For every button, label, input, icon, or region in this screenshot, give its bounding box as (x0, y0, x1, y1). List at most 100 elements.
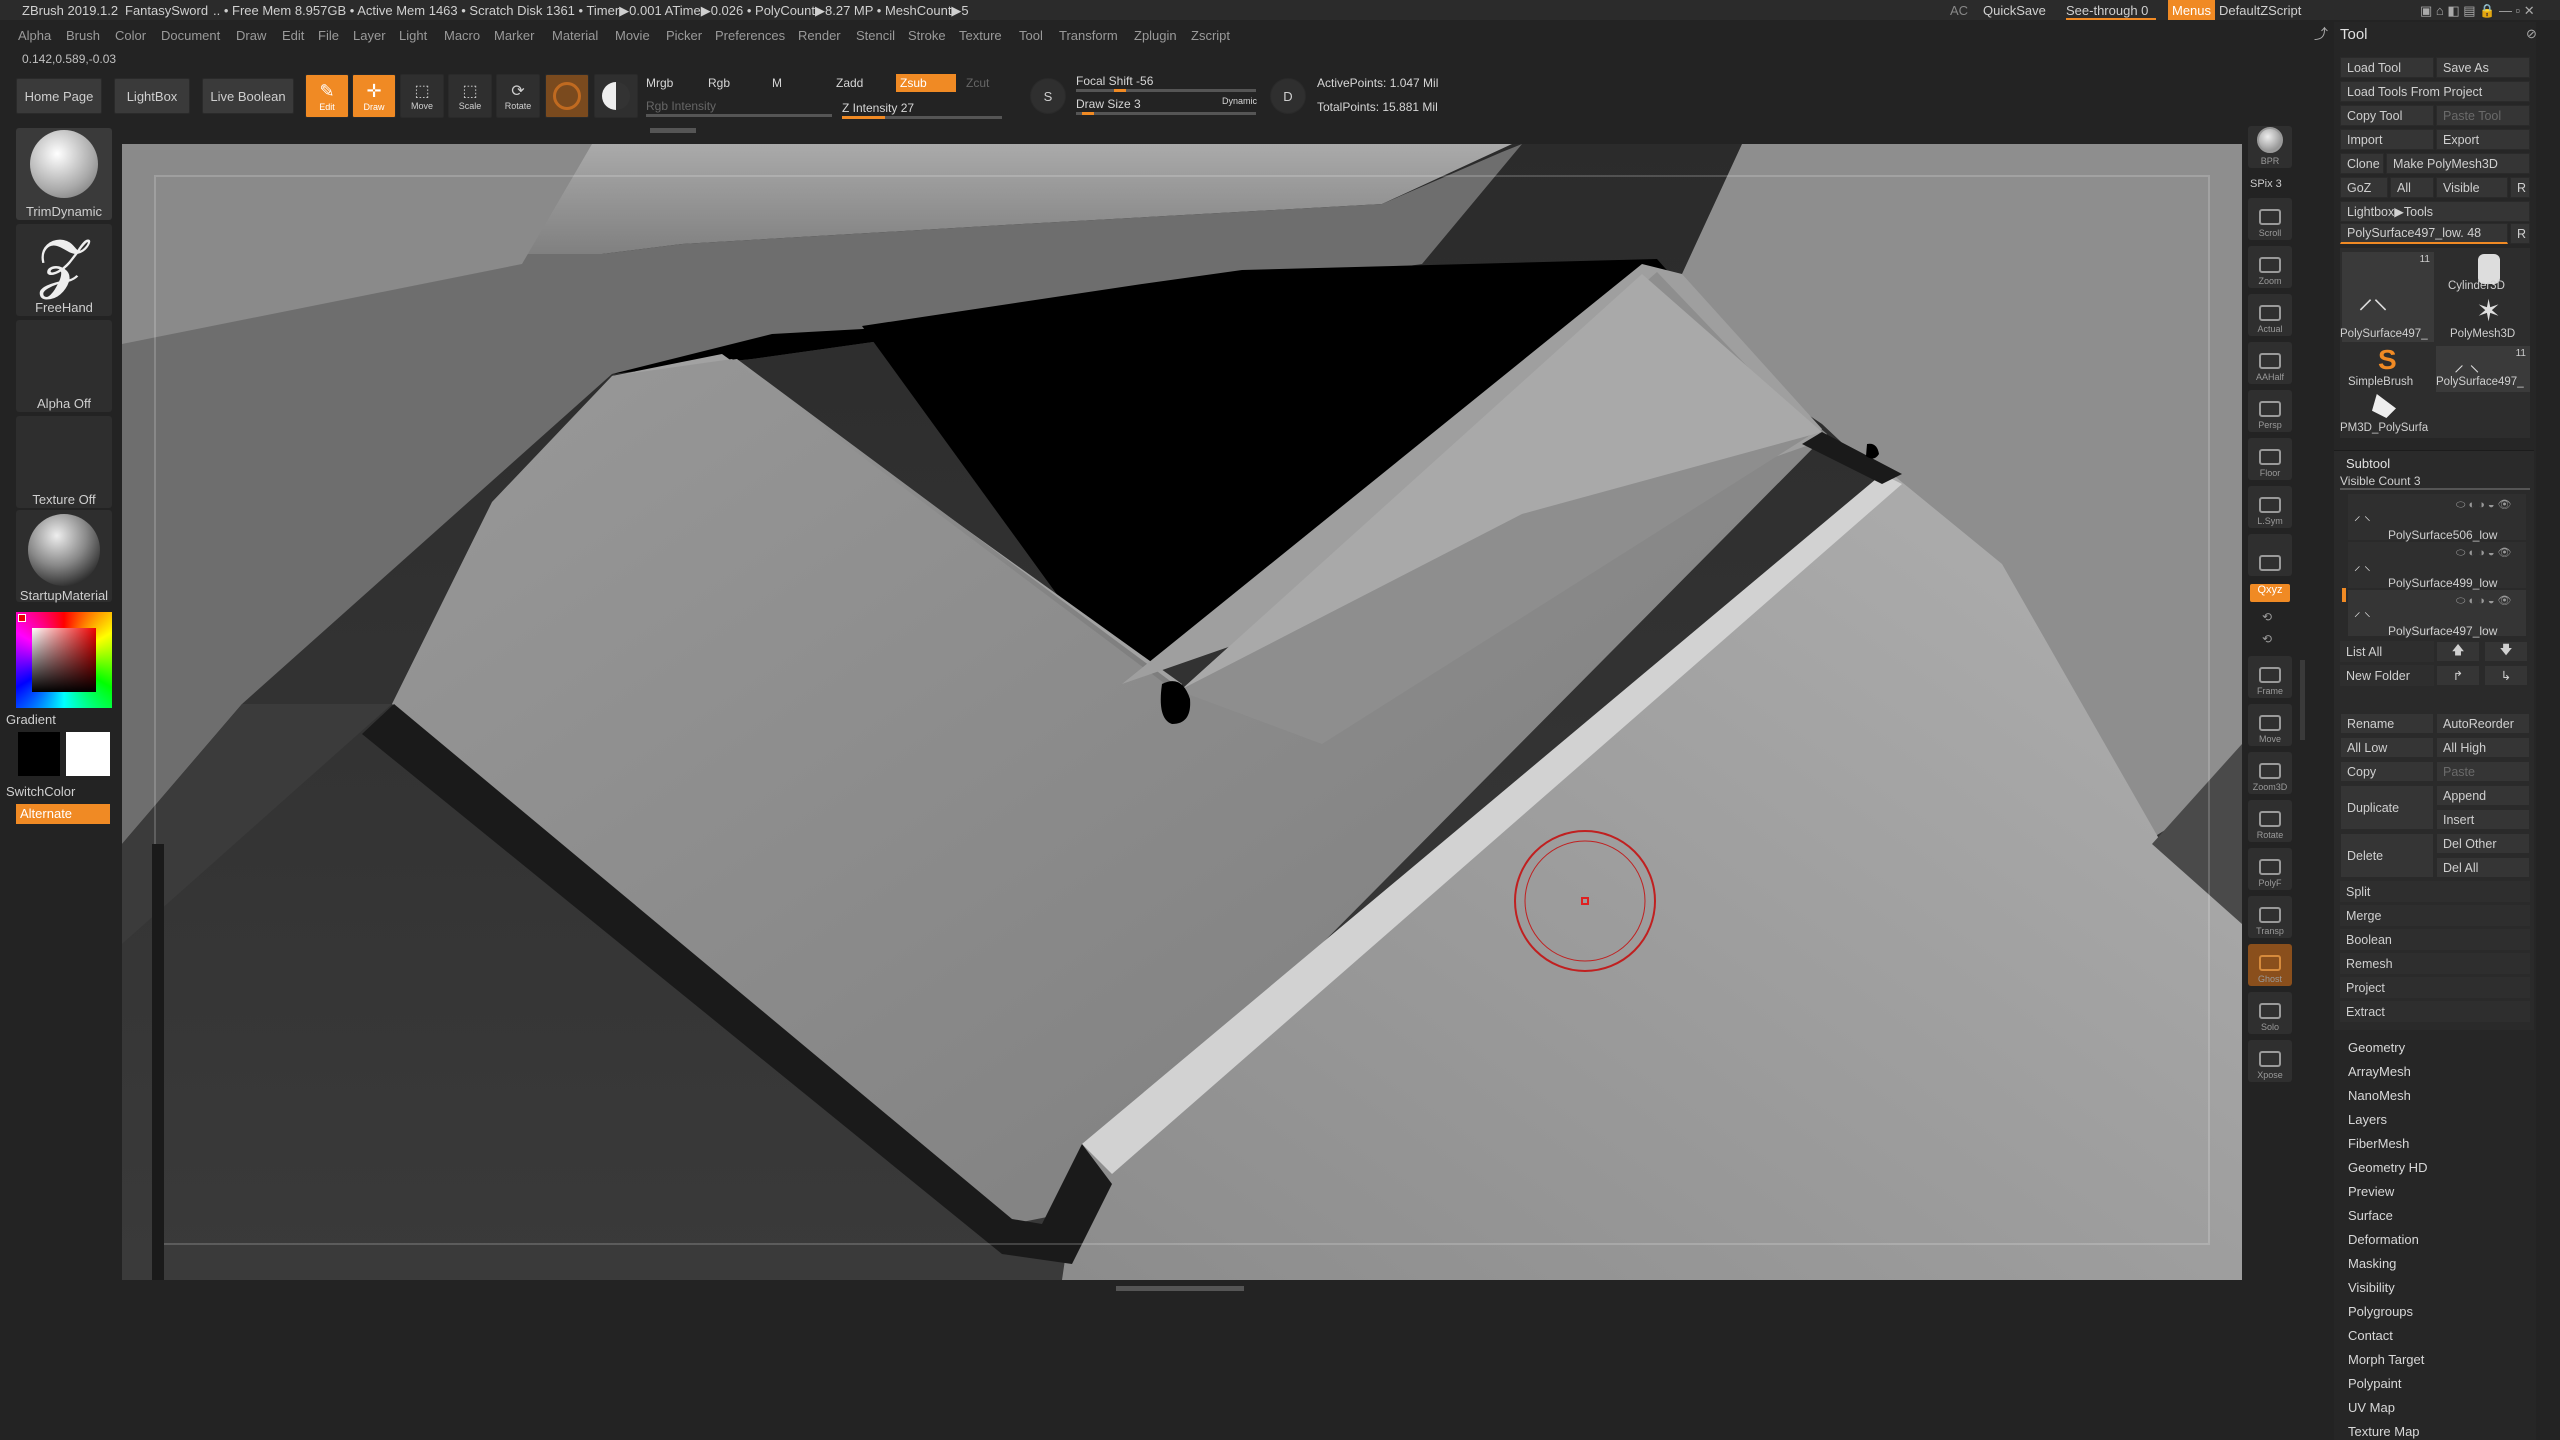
lock-button[interactable] (2248, 534, 2292, 576)
merge-menu[interactable]: Merge (2340, 905, 2530, 926)
del-other-button[interactable]: Del Other (2436, 833, 2530, 854)
load-tools-from-project-button[interactable]: Load Tools From Project (2340, 81, 2530, 102)
lazymouse-s-icon[interactable]: S (1030, 78, 1066, 114)
menu-light[interactable]: Light (399, 28, 427, 43)
menu-zplugin[interactable]: Zplugin (1134, 28, 1177, 43)
zoom-button[interactable]: Zoom (2248, 246, 2292, 288)
visibility-section[interactable]: Visibility (2348, 1280, 2395, 1295)
pin-icon[interactable]: ⤴ (2314, 24, 2328, 44)
layers-section[interactable]: Layers (2348, 1112, 2387, 1127)
duplicate-button[interactable]: Duplicate (2340, 785, 2434, 830)
zoom3d-button[interactable]: Zoom3D (2248, 752, 2292, 794)
move-up-arrow-icon[interactable]: 🡅 (2436, 641, 2480, 662)
ghost-button[interactable]: Ghost (2248, 944, 2292, 986)
move-down-arrow-icon[interactable]: 🡇 (2484, 641, 2528, 662)
draw-size-track[interactable] (1076, 112, 1256, 115)
menu-alpha[interactable]: Alpha (18, 28, 51, 43)
secondary-color-swatch[interactable] (66, 732, 110, 776)
focal-shift-slider[interactable]: Focal Shift -56 (1076, 74, 1153, 88)
zadd-toggle[interactable]: Zadd (836, 76, 863, 90)
qxyz-toggle[interactable]: Qxyz (2250, 584, 2290, 602)
all-low-button[interactable]: All Low (2340, 737, 2434, 758)
bpr-button[interactable]: BPR (2248, 126, 2292, 168)
menu-picker[interactable]: Picker (666, 28, 702, 43)
menu-file[interactable]: File (318, 28, 339, 43)
main-color-swatch[interactable] (18, 732, 60, 776)
menu-color[interactable]: Color (115, 28, 146, 43)
split-menu[interactable]: Split (2340, 881, 2530, 902)
home-page-button[interactable]: Home Page (16, 78, 102, 114)
scale-mode-button[interactable]: ⬚ Scale (448, 74, 492, 118)
polyf-button[interactable]: PolyF (2248, 848, 2292, 890)
lightbox-button[interactable]: LightBox (114, 78, 190, 114)
clone-button[interactable]: Clone (2340, 153, 2384, 174)
boolean-menu[interactable]: Boolean (2340, 929, 2530, 950)
current-tool-r-button[interactable]: R (2510, 223, 2530, 244)
live-boolean-button[interactable]: Live Boolean (202, 78, 294, 114)
color-picker[interactable] (16, 612, 112, 708)
solo-button[interactable]: Solo (2248, 992, 2292, 1034)
menu-edit[interactable]: Edit (282, 28, 304, 43)
insert-button[interactable]: Insert (2436, 809, 2530, 830)
subtool-toggles-icon[interactable]: ⬭ ◐ ◑ ◒ 👁 (2456, 546, 2512, 560)
goz-r-button[interactable]: R (2510, 177, 2530, 198)
quicksave-button[interactable]: QuickSave (1983, 3, 2046, 18)
goz-all-button[interactable]: All (2390, 177, 2434, 198)
color-sphere-button[interactable] (594, 74, 638, 118)
menu-draw[interactable]: Draw (236, 28, 266, 43)
menu-zscript[interactable]: Zscript (1191, 28, 1230, 43)
tray-divider-handle[interactable] (2300, 660, 2305, 740)
persp-button[interactable]: Persp (2248, 390, 2292, 432)
draw-mode-button[interactable]: ✛ Draw (352, 74, 396, 118)
menu-render[interactable]: Render (798, 28, 841, 43)
folder-up-icon[interactable]: ↱ (2436, 665, 2480, 686)
all-high-button[interactable]: All High (2436, 737, 2530, 758)
alternate-toggle[interactable]: Alternate (16, 804, 110, 824)
scroll-button[interactable]: Scroll (2248, 198, 2292, 240)
aahalf-button[interactable]: AAHalf (2248, 342, 2292, 384)
actual-button[interactable]: Actual (2248, 294, 2292, 336)
rgb-intensity-track[interactable] (646, 114, 832, 117)
move-mode-button[interactable]: ⬚ Move (400, 74, 444, 118)
append-button[interactable]: Append (2436, 785, 2530, 806)
remesh-menu[interactable]: Remesh (2340, 953, 2530, 974)
current-tool-slider[interactable]: PolySurface497_low. 48 (2340, 223, 2508, 244)
xpose-button[interactable]: Xpose (2248, 1040, 2292, 1082)
folder-down-icon[interactable]: ↳ (2484, 665, 2528, 686)
menus-toggle[interactable]: Menus (2168, 0, 2216, 20)
focal-shift-track[interactable] (1076, 89, 1256, 92)
transp-button[interactable]: Transp (2248, 896, 2292, 938)
mrgb-toggle[interactable]: Mrgb (646, 76, 673, 90)
floor-button[interactable]: Floor (2248, 438, 2292, 480)
surface-section[interactable]: Surface (2348, 1208, 2393, 1223)
material-swatch-button[interactable] (545, 74, 589, 118)
move-view-button[interactable]: Move (2248, 704, 2292, 746)
polygroups-section[interactable]: Polygroups (2348, 1304, 2413, 1319)
switchcolor-button[interactable]: SwitchColor (6, 784, 86, 799)
goz-button[interactable]: GoZ (2340, 177, 2388, 198)
window-icons[interactable]: ▣ ⌂ ◧ ▤ 🔒 — ▫ ✕ (2420, 3, 2535, 19)
texture-map-section[interactable]: Texture Map (2348, 1424, 2420, 1439)
project-menu[interactable]: Project (2340, 977, 2530, 998)
z-intensity-slider[interactable]: Z Intensity 27 (842, 101, 914, 115)
lazymouse-d-icon[interactable]: D (1270, 78, 1306, 114)
see-through-slider[interactable]: See-through 0 (2066, 3, 2156, 20)
autoreorder-button[interactable]: AutoReorder (2436, 713, 2530, 734)
menu-preferences[interactable]: Preferences (715, 28, 785, 43)
zcut-toggle[interactable]: Zcut (966, 76, 989, 90)
list-all-button[interactable]: List All (2340, 641, 2434, 662)
viewport-canvas[interactable] (122, 144, 2242, 1280)
menu-macro[interactable]: Macro (444, 28, 480, 43)
subtool-toggles-icon[interactable]: ⬭ ◐ ◑ ◒ 👁 (2456, 498, 2512, 512)
subtool-header[interactable]: Subtool (2346, 456, 2390, 471)
del-all-button[interactable]: Del All (2436, 857, 2530, 878)
rgb-intensity-slider[interactable]: Rgb Intensity (646, 99, 716, 113)
menu-texture[interactable]: Texture (959, 28, 1002, 43)
import-button[interactable]: Import (2340, 129, 2434, 150)
rotate-z-icon[interactable]: ⟲ (2262, 632, 2272, 646)
make-polymesh3d-button[interactable]: Make PolyMesh3D (2386, 153, 2530, 174)
panel-close-icon[interactable]: ⊘ (2526, 26, 2537, 42)
menu-material[interactable]: Material (552, 28, 598, 43)
export-button[interactable]: Export (2436, 129, 2530, 150)
morph-target-section[interactable]: Morph Target (2348, 1352, 2424, 1367)
